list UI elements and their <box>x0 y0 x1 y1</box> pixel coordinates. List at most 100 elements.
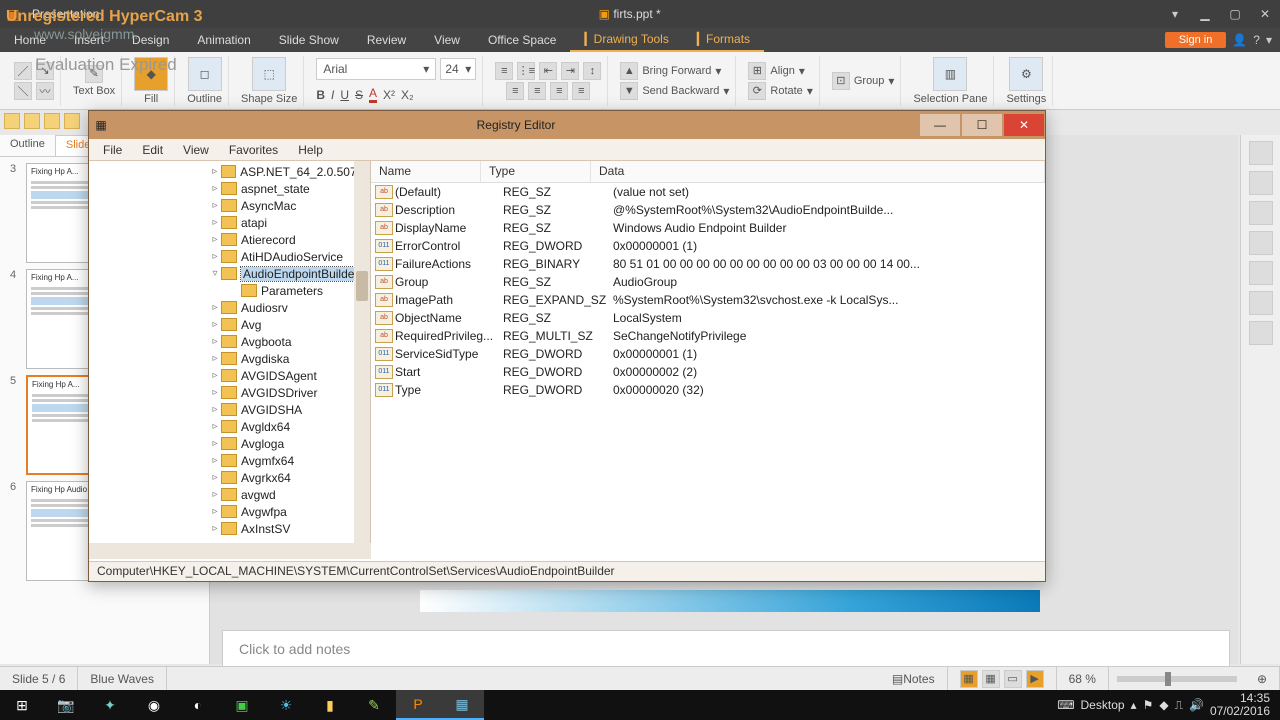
tb-notes-icon[interactable]: ✎ <box>352 690 396 720</box>
qat-print-icon[interactable] <box>44 113 60 129</box>
view-sorter-icon[interactable]: ▦ <box>982 670 1000 688</box>
tray-flag-icon[interactable]: ⚑ <box>1143 698 1154 712</box>
desktop-peek[interactable]: Desktop <box>1081 698 1125 712</box>
reg-value-row[interactable]: 011 FailureActionsREG_BINARY80 51 01 00 … <box>371 255 1045 273</box>
rp-object-icon[interactable] <box>1249 321 1273 345</box>
regedit-min-button[interactable]: — <box>920 114 960 136</box>
regedit-values[interactable]: Name Type Data ab (Default)REG_SZ(value … <box>371 161 1045 559</box>
tree-node[interactable]: ▹Avgloga <box>109 435 370 452</box>
tree-hscrollbar[interactable] <box>89 543 371 559</box>
close-button[interactable]: ✕ <box>1250 0 1280 28</box>
font-name-select[interactable]: Arial▾ <box>316 58 436 80</box>
fit-button[interactable]: ⊕ <box>1245 667 1280 691</box>
reg-value-row[interactable]: 011 ErrorControlREG_DWORD0x00000001 (1) <box>371 237 1045 255</box>
reg-value-row[interactable]: ab ObjectNameREG_SZLocalSystem <box>371 309 1045 327</box>
tree-node[interactable]: ▹AVGIDSDriver <box>109 384 370 401</box>
user-icon[interactable]: 👤 <box>1232 33 1247 47</box>
italic-button[interactable]: I <box>331 88 334 102</box>
reg-value-row[interactable]: ab DisplayNameREG_SZWindows Audio Endpoi… <box>371 219 1045 237</box>
reg-value-row[interactable]: ab ImagePathREG_EXPAND_SZ%SystemRoot%\Sy… <box>371 291 1045 309</box>
tree-node[interactable]: ▹Avgdiska <box>109 350 370 367</box>
reg-value-row[interactable]: ab DescriptionREG_SZ@%SystemRoot%\System… <box>371 201 1045 219</box>
line3-icon[interactable]: 〰 <box>36 82 54 100</box>
rp-new-icon[interactable] <box>1249 141 1273 165</box>
regedit-menu-favorites[interactable]: Favorites <box>221 141 286 159</box>
tb-weather-icon[interactable]: ☀ <box>264 690 308 720</box>
regedit-max-button[interactable]: ☐ <box>962 114 1002 136</box>
tb-hp-icon[interactable]: ◉ <box>132 690 176 720</box>
bold-button[interactable]: B <box>316 88 325 102</box>
fontcolor-button[interactable]: A <box>369 86 377 103</box>
outline-tab[interactable]: Outline <box>0 135 55 156</box>
keyboard-icon[interactable]: ⌨ <box>1057 698 1074 712</box>
regedit-menu-help[interactable]: Help <box>290 141 331 159</box>
rp-image-icon[interactable] <box>1249 201 1273 225</box>
tb-explorer-icon[interactable]: ▮ <box>308 690 352 720</box>
align-center-icon[interactable]: ≡ <box>528 82 546 100</box>
qat-undo-icon[interactable] <box>64 113 80 129</box>
clock[interactable]: 14:3507/02/2016 <box>1210 692 1270 718</box>
regedit-menu-view[interactable]: View <box>175 141 217 159</box>
tray-vol-icon[interactable]: 🔊 <box>1189 698 1204 712</box>
tree-node[interactable]: ▹Audiosrv <box>109 299 370 316</box>
regedit-tree[interactable]: ▹ASP.NET_64_2.0.50727▹aspnet_state▹Async… <box>89 161 371 559</box>
view-reading-icon[interactable]: ▭ <box>1004 670 1022 688</box>
notes-toggle[interactable]: ▤ Notes <box>880 667 948 691</box>
max-button[interactable]: ▢ <box>1220 0 1250 28</box>
numbering-icon[interactable]: ⋮≡ <box>517 62 535 80</box>
tree-node[interactable]: ▹AtiHDAudioService <box>109 248 370 265</box>
indent-dec-icon[interactable]: ⇤ <box>539 62 557 80</box>
tree-node[interactable]: ▹Avgrkx64 <box>109 469 370 486</box>
tree-node[interactable]: ▹ASP.NET_64_2.0.50727 <box>109 163 370 180</box>
tree-node[interactable]: ▹AVGIDSAgent <box>109 367 370 384</box>
linespacing-icon[interactable]: ↕ <box>583 62 601 80</box>
line2-icon[interactable]: ＼ <box>14 82 32 100</box>
view-show-icon[interactable]: ▶ <box>1026 670 1044 688</box>
tb-regedit-icon[interactable]: ▦ <box>440 690 484 720</box>
regedit-menu-file[interactable]: File <box>95 141 130 159</box>
reg-value-row[interactable]: ab RequiredPrivileg...REG_MULTI_SZSeChan… <box>371 327 1045 345</box>
reg-value-row[interactable]: ab (Default)REG_SZ(value not set) <box>371 183 1045 201</box>
col-name[interactable]: Name <box>371 161 481 182</box>
tb-chrome-icon[interactable]: ◐ <box>176 690 220 720</box>
tree-node[interactable]: ▹Avgboota <box>109 333 370 350</box>
tree-node-child[interactable]: Parameters <box>109 282 370 299</box>
regedit-close-button[interactable]: ✕ <box>1004 114 1044 136</box>
tree-node[interactable]: ▹avgwd <box>109 486 370 503</box>
reg-value-row[interactable]: ab GroupREG_SZAudioGroup <box>371 273 1045 291</box>
start-button[interactable]: ⊞ <box>0 690 44 720</box>
tree-node[interactable]: ▹Atierecord <box>109 231 370 248</box>
view-normal-icon[interactable]: ▦ <box>960 670 978 688</box>
strike-button[interactable]: S <box>355 88 363 102</box>
tb-app-icon[interactable]: ✦ <box>88 690 132 720</box>
col-data[interactable]: Data <box>591 161 1045 182</box>
align-right-icon[interactable]: ≡ <box>550 82 568 100</box>
tree-node-selected[interactable]: ▿AudioEndpointBuilder <box>109 265 370 282</box>
subscript-button[interactable]: X₂ <box>401 88 414 102</box>
tb-store-icon[interactable]: ▣ <box>220 690 264 720</box>
help-icon[interactable]: ? <box>1253 33 1260 47</box>
rp-chart-icon[interactable] <box>1249 291 1273 315</box>
rotate-icon[interactable]: ⟳ <box>748 82 766 100</box>
qat-save-icon[interactable] <box>24 113 40 129</box>
tab-formats[interactable]: ▎Formats <box>683 28 764 52</box>
rp-shapes-icon[interactable] <box>1249 231 1273 255</box>
tab-review[interactable]: Review <box>353 28 420 52</box>
align-icon[interactable]: ⊞ <box>748 62 766 80</box>
rp-table-icon[interactable] <box>1249 171 1273 195</box>
tree-node[interactable]: ▹AxInstSV <box>109 520 370 537</box>
tree-node[interactable]: ▹aspnet_state <box>109 180 370 197</box>
tree-node[interactable]: ▹Avgwfpa <box>109 503 370 520</box>
group-icon[interactable]: ⊡ <box>832 72 850 90</box>
tree-node[interactable]: ▹Avgldx64 <box>109 418 370 435</box>
indent-inc-icon[interactable]: ⇥ <box>561 62 579 80</box>
superscript-button[interactable]: X² <box>383 88 395 102</box>
rp-text-icon[interactable] <box>1249 261 1273 285</box>
min2-button[interactable]: ▁ <box>1190 0 1220 28</box>
sendback-icon[interactable]: ▼ <box>620 82 638 100</box>
bullets-icon[interactable]: ≡ <box>495 62 513 80</box>
regedit-menu-edit[interactable]: Edit <box>134 141 171 159</box>
tree-vscrollbar[interactable] <box>354 161 370 559</box>
tray-up-icon[interactable]: ▴ <box>1131 698 1137 712</box>
signin-button[interactable]: Sign in <box>1165 32 1227 48</box>
